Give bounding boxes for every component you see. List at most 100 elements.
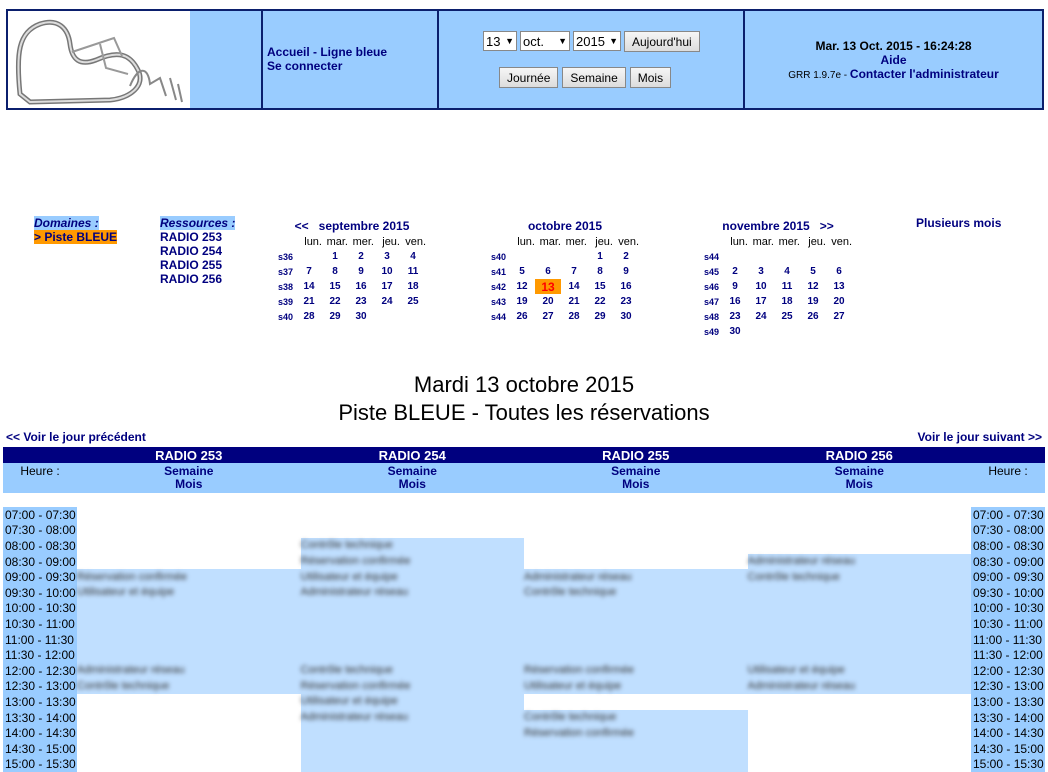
booking-cell[interactable]: Réservation confirmée xyxy=(524,663,748,679)
calendar-day[interactable]: 4 xyxy=(400,249,426,264)
view-month-button[interactable]: Mois xyxy=(630,67,671,88)
booking-cell[interactable] xyxy=(301,601,525,617)
calendar-day[interactable]: 6 xyxy=(535,264,561,279)
booking-cell[interactable] xyxy=(301,632,525,648)
booking-cell[interactable] xyxy=(748,647,972,663)
month-select[interactable]: oct.▼ xyxy=(520,31,570,51)
view-day-button[interactable]: Journée xyxy=(499,67,558,88)
booking-cell[interactable]: Utilisateur et équipe xyxy=(301,569,525,585)
contact-admin-link[interactable]: Contacter l'administrateur xyxy=(850,67,999,81)
calendar-day[interactable]: 23 xyxy=(348,294,374,309)
resource-header[interactable]: RADIO 253 xyxy=(77,447,301,463)
calendar-day[interactable]: 9 xyxy=(613,264,639,279)
calendar-day[interactable]: 28 xyxy=(296,309,322,324)
empty-slot-cell[interactable] xyxy=(77,694,301,710)
calendar-day[interactable]: 18 xyxy=(400,279,426,294)
calendar-day[interactable]: 15 xyxy=(322,279,348,294)
calendar-day[interactable]: 14 xyxy=(296,279,322,294)
empty-slot-cell[interactable] xyxy=(77,507,301,523)
empty-slot-cell[interactable] xyxy=(524,694,748,710)
empty-slot-cell[interactable] xyxy=(524,538,748,554)
calendar-day[interactable]: 26 xyxy=(800,309,826,324)
calendar-day[interactable]: 3 xyxy=(374,249,400,264)
booking-cell[interactable] xyxy=(524,757,748,772)
calendar-day[interactable]: 25 xyxy=(400,294,426,309)
empty-slot-cell[interactable] xyxy=(748,741,972,757)
calendar-day[interactable]: 17 xyxy=(748,294,774,309)
empty-slot-cell[interactable] xyxy=(77,710,301,726)
month-link[interactable]: Mois xyxy=(301,478,525,491)
booking-cell[interactable] xyxy=(748,632,972,648)
calendar-day[interactable]: 28 xyxy=(561,309,587,324)
booking-cell[interactable] xyxy=(748,585,972,601)
month-link[interactable]: Mois xyxy=(524,478,748,491)
calendar-day[interactable]: 23 xyxy=(613,294,639,309)
calendar-month-link[interactable]: novembre 2015 xyxy=(722,219,809,233)
calendar-day[interactable]: 4 xyxy=(774,264,800,279)
booking-cell[interactable]: Utilisateur et équipe xyxy=(748,663,972,679)
booking-cell[interactable]: Contrôle technique xyxy=(301,538,525,554)
calendar-day[interactable]: 2 xyxy=(722,264,748,279)
calendar-day[interactable]: 1 xyxy=(322,249,348,264)
calendar-day[interactable]: 27 xyxy=(535,309,561,324)
calendar-day[interactable]: 27 xyxy=(826,309,852,324)
empty-slot-cell[interactable] xyxy=(748,694,972,710)
calendar-day[interactable]: 12 xyxy=(509,279,535,294)
site-logo[interactable] xyxy=(8,11,190,108)
calendar-day[interactable]: 10 xyxy=(748,279,774,294)
today-button[interactable]: Aujourd'hui xyxy=(624,31,700,52)
empty-slot-cell[interactable] xyxy=(748,538,972,554)
booking-cell[interactable]: Contrôle technique xyxy=(77,679,301,695)
week-number-link[interactable]: s46 xyxy=(704,279,722,294)
empty-slot-cell[interactable] xyxy=(301,507,525,523)
booking-cell[interactable] xyxy=(77,601,301,617)
calendar-day[interactable]: 21 xyxy=(296,294,322,309)
booking-cell[interactable]: Administrateur réseau xyxy=(301,585,525,601)
empty-slot-cell[interactable] xyxy=(748,710,972,726)
calendar-day[interactable]: 7 xyxy=(296,264,322,279)
year-select[interactable]: 2015▼ xyxy=(573,31,621,51)
empty-slot-cell[interactable] xyxy=(748,507,972,523)
booking-cell[interactable]: Administrateur réseau xyxy=(748,679,972,695)
empty-slot-cell[interactable] xyxy=(524,507,748,523)
booking-cell[interactable] xyxy=(301,741,525,757)
booking-cell[interactable] xyxy=(524,741,748,757)
empty-slot-cell[interactable] xyxy=(524,523,748,539)
week-number-link[interactable]: s44 xyxy=(491,309,509,324)
login-link[interactable]: Se connecter xyxy=(267,59,437,73)
calendar-day[interactable]: 12 xyxy=(800,279,826,294)
week-number-link[interactable]: s45 xyxy=(704,264,722,279)
home-link[interactable]: Accueil - Ligne bleue xyxy=(267,45,437,59)
week-number-link[interactable]: s43 xyxy=(491,294,509,309)
week-number-link[interactable]: s41 xyxy=(491,264,509,279)
booking-cell[interactable]: Réservation confirmée xyxy=(301,554,525,570)
resource-item[interactable]: RADIO 254 xyxy=(160,244,235,258)
calendar-month-link[interactable]: octobre 2015 xyxy=(528,219,602,233)
next-day-link[interactable]: Voir le jour suivant >> xyxy=(918,430,1042,444)
booking-cell[interactable] xyxy=(301,725,525,741)
empty-slot-cell[interactable] xyxy=(524,554,748,570)
resource-item[interactable]: RADIO 256 xyxy=(160,272,235,286)
booking-cell[interactable]: Réservation confirmée xyxy=(524,725,748,741)
booking-cell[interactable] xyxy=(77,616,301,632)
booking-cell[interactable] xyxy=(524,647,748,663)
multi-month-link[interactable]: Plusieurs mois xyxy=(916,216,1001,230)
calendar-day[interactable]: 11 xyxy=(400,264,426,279)
calendar-day[interactable]: 24 xyxy=(748,309,774,324)
empty-slot-cell[interactable] xyxy=(748,523,972,539)
calendar-day[interactable]: 5 xyxy=(800,264,826,279)
week-number-link[interactable]: s44 xyxy=(704,249,722,264)
calendar-day[interactable]: 20 xyxy=(535,294,561,309)
calendar-day[interactable]: 1 xyxy=(587,249,613,264)
booking-cell[interactable] xyxy=(524,632,748,648)
empty-slot-cell[interactable] xyxy=(748,757,972,772)
resource-item[interactable]: RADIO 255 xyxy=(160,258,235,272)
next-month-link[interactable]: >> xyxy=(820,219,834,233)
calendar-day[interactable]: 19 xyxy=(800,294,826,309)
calendar-day[interactable]: 16 xyxy=(722,294,748,309)
calendar-day[interactable]: 15 xyxy=(587,279,613,294)
calendar-day[interactable]: 29 xyxy=(587,309,613,324)
booking-cell[interactable]: Administrateur réseau xyxy=(77,663,301,679)
empty-slot-cell[interactable] xyxy=(748,725,972,741)
booking-cell[interactable] xyxy=(524,601,748,617)
